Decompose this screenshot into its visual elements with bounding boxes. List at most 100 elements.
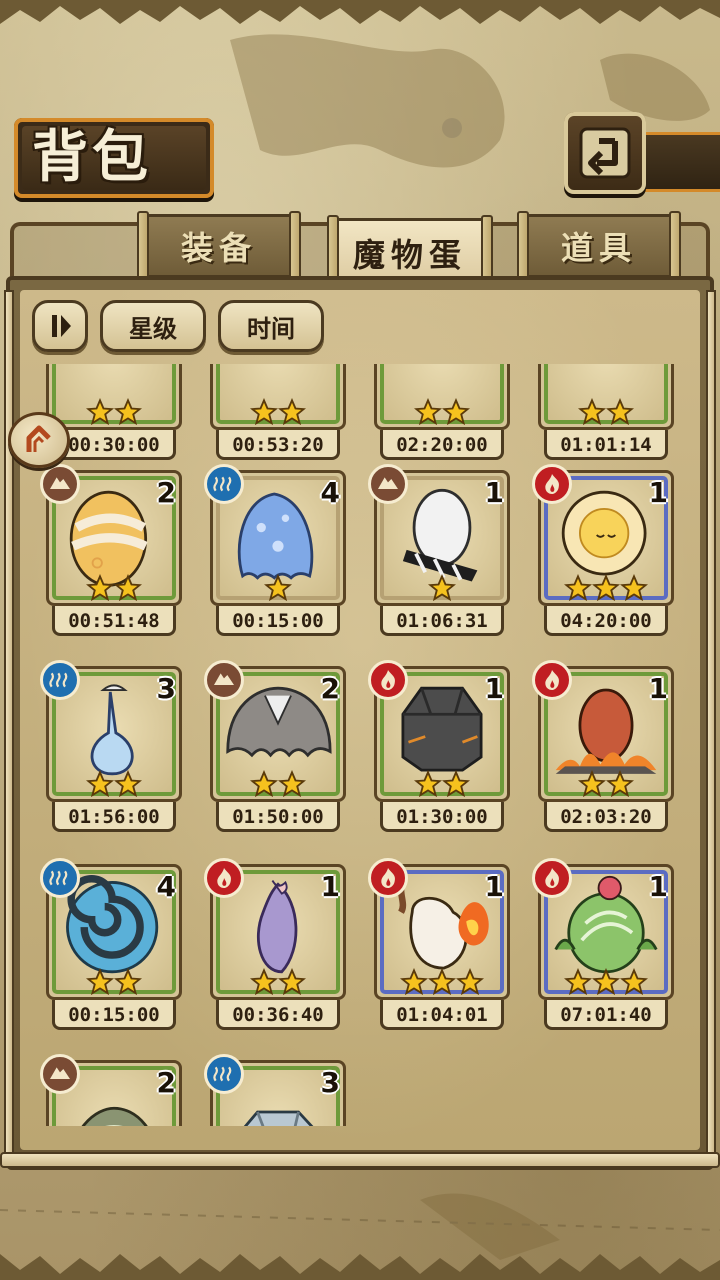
water-element-icon — [40, 660, 80, 700]
hatch-timer: 00:53:20 — [232, 434, 324, 456]
star-rating — [46, 574, 182, 604]
star-rating — [210, 398, 346, 428]
egg-count: 1 — [484, 870, 504, 903]
star-icon — [564, 574, 592, 602]
panel-rail-left — [4, 290, 14, 1160]
star-icon — [592, 968, 620, 996]
star-rating — [538, 574, 674, 604]
fire-element-icon — [204, 858, 244, 898]
back-arrow-icon — [579, 127, 631, 179]
fire-element-icon — [368, 858, 408, 898]
star-icon — [86, 574, 114, 602]
panel-rail-bottom — [0, 1152, 720, 1168]
egg-count: 3 — [320, 1066, 340, 1099]
egg-card[interactable]: 01:01:14 — [538, 364, 674, 462]
egg-card[interactable]: 1 01:04:01 — [368, 858, 510, 1032]
star-rating — [538, 968, 674, 998]
earth-element-icon — [204, 660, 244, 700]
egg-card[interactable]: 2 01:50:00 — [204, 660, 346, 834]
egg-card[interactable]: 4 00:15:00 — [204, 464, 346, 638]
egg-card[interactable]: 2 00:51:48 — [40, 464, 182, 638]
egg-count: 1 — [648, 476, 668, 509]
scroll-top-button[interactable] — [8, 412, 70, 468]
sort-by-star-button[interactable]: 星级 — [100, 300, 206, 352]
panel-rail-right — [706, 290, 716, 1160]
egg-count: 4 — [320, 476, 340, 509]
star-icon — [400, 968, 428, 996]
tab-items[interactable]: 道具 — [517, 211, 681, 285]
egg-count: 3 — [156, 672, 176, 705]
egg-card[interactable]: 2 — [40, 1054, 182, 1126]
water-element-icon — [204, 1054, 244, 1094]
earth-element-icon — [368, 464, 408, 504]
egg-card[interactable]: 00:53:20 — [210, 364, 346, 462]
egg-card[interactable]: 3 — [204, 1054, 346, 1126]
tab-post — [669, 211, 681, 285]
tab-post — [517, 211, 529, 285]
star-icon — [606, 770, 634, 798]
star-icon — [578, 398, 606, 426]
page-title: 背包 — [32, 125, 152, 190]
egg-card[interactable]: 02:20:00 — [374, 364, 510, 462]
star-icon — [592, 574, 620, 602]
hatch-timer: 00:51:48 — [68, 610, 160, 632]
egg-card[interactable]: 3 01:56:00 — [40, 660, 182, 834]
star-rating — [374, 574, 510, 604]
star-rating — [46, 770, 182, 800]
hatch-timer: 01:50:00 — [232, 806, 324, 828]
egg-count: 1 — [484, 476, 504, 509]
tab-equipment[interactable]: 装备 — [137, 211, 301, 285]
scroll-up-icon — [26, 425, 51, 452]
hatch-timer: 01:30:00 — [396, 806, 488, 828]
star-icon — [414, 770, 442, 798]
star-icon — [428, 574, 456, 602]
hatch-timer: 01:01:14 — [560, 434, 652, 456]
fire-element-icon — [532, 660, 572, 700]
egg-count: 1 — [484, 672, 504, 705]
egg-count: 1 — [320, 870, 340, 903]
hatch-timer: 02:20:00 — [396, 434, 488, 456]
sort-by-time-button[interactable]: 时间 — [218, 300, 324, 352]
star-icon — [620, 968, 648, 996]
star-rating — [538, 398, 674, 428]
star-icon — [278, 398, 306, 426]
egg-card[interactable]: 1 07:01:40 — [532, 858, 674, 1032]
star-icon — [578, 770, 606, 798]
star-icon — [250, 770, 278, 798]
egg-card[interactable]: 1 00:36:40 — [204, 858, 346, 1032]
star-icon — [114, 968, 142, 996]
egg-count: 2 — [156, 1066, 176, 1099]
star-icon — [620, 574, 648, 602]
hatch-timer: 07:01:40 — [560, 1004, 652, 1026]
egg-grid: 00:30:00 00:53:20 02:20:00 01:01:14 2 00:51:4… — [20, 364, 700, 1126]
earth-element-icon — [40, 464, 80, 504]
egg-card[interactable]: 1 04:20:00 — [532, 464, 674, 638]
star-icon — [414, 398, 442, 426]
hatch-timer: 00:15:00 — [68, 1004, 160, 1026]
star-icon — [250, 398, 278, 426]
water-element-icon — [204, 464, 244, 504]
torn-edge-bottom — [0, 1254, 720, 1280]
star-icon — [86, 770, 114, 798]
egg-card[interactable]: 1 02:03:20 — [532, 660, 674, 834]
tab-post — [137, 211, 149, 285]
egg-card[interactable]: 1 01:06:31 — [368, 464, 510, 638]
star-icon — [264, 574, 292, 602]
star-icon — [428, 968, 456, 996]
torn-edge-top — [0, 0, 720, 24]
egg-card[interactable]: 1 01:30:00 — [368, 660, 510, 834]
star-icon — [86, 398, 114, 426]
hatch-timer: 02:03:20 — [560, 806, 652, 828]
star-icon — [250, 968, 278, 996]
earth-element-icon — [40, 1054, 80, 1094]
star-icon — [442, 398, 470, 426]
egg-card[interactable]: 4 00:15:00 — [40, 858, 182, 1032]
tab-label: 装备 — [180, 229, 257, 267]
star-rating — [46, 968, 182, 998]
back-button[interactable] — [564, 112, 646, 194]
star-icon — [456, 968, 484, 996]
sort-order-toggle-button[interactable] — [32, 300, 88, 352]
star-icon — [114, 574, 142, 602]
tab-post — [289, 211, 301, 285]
star-icon — [114, 398, 142, 426]
